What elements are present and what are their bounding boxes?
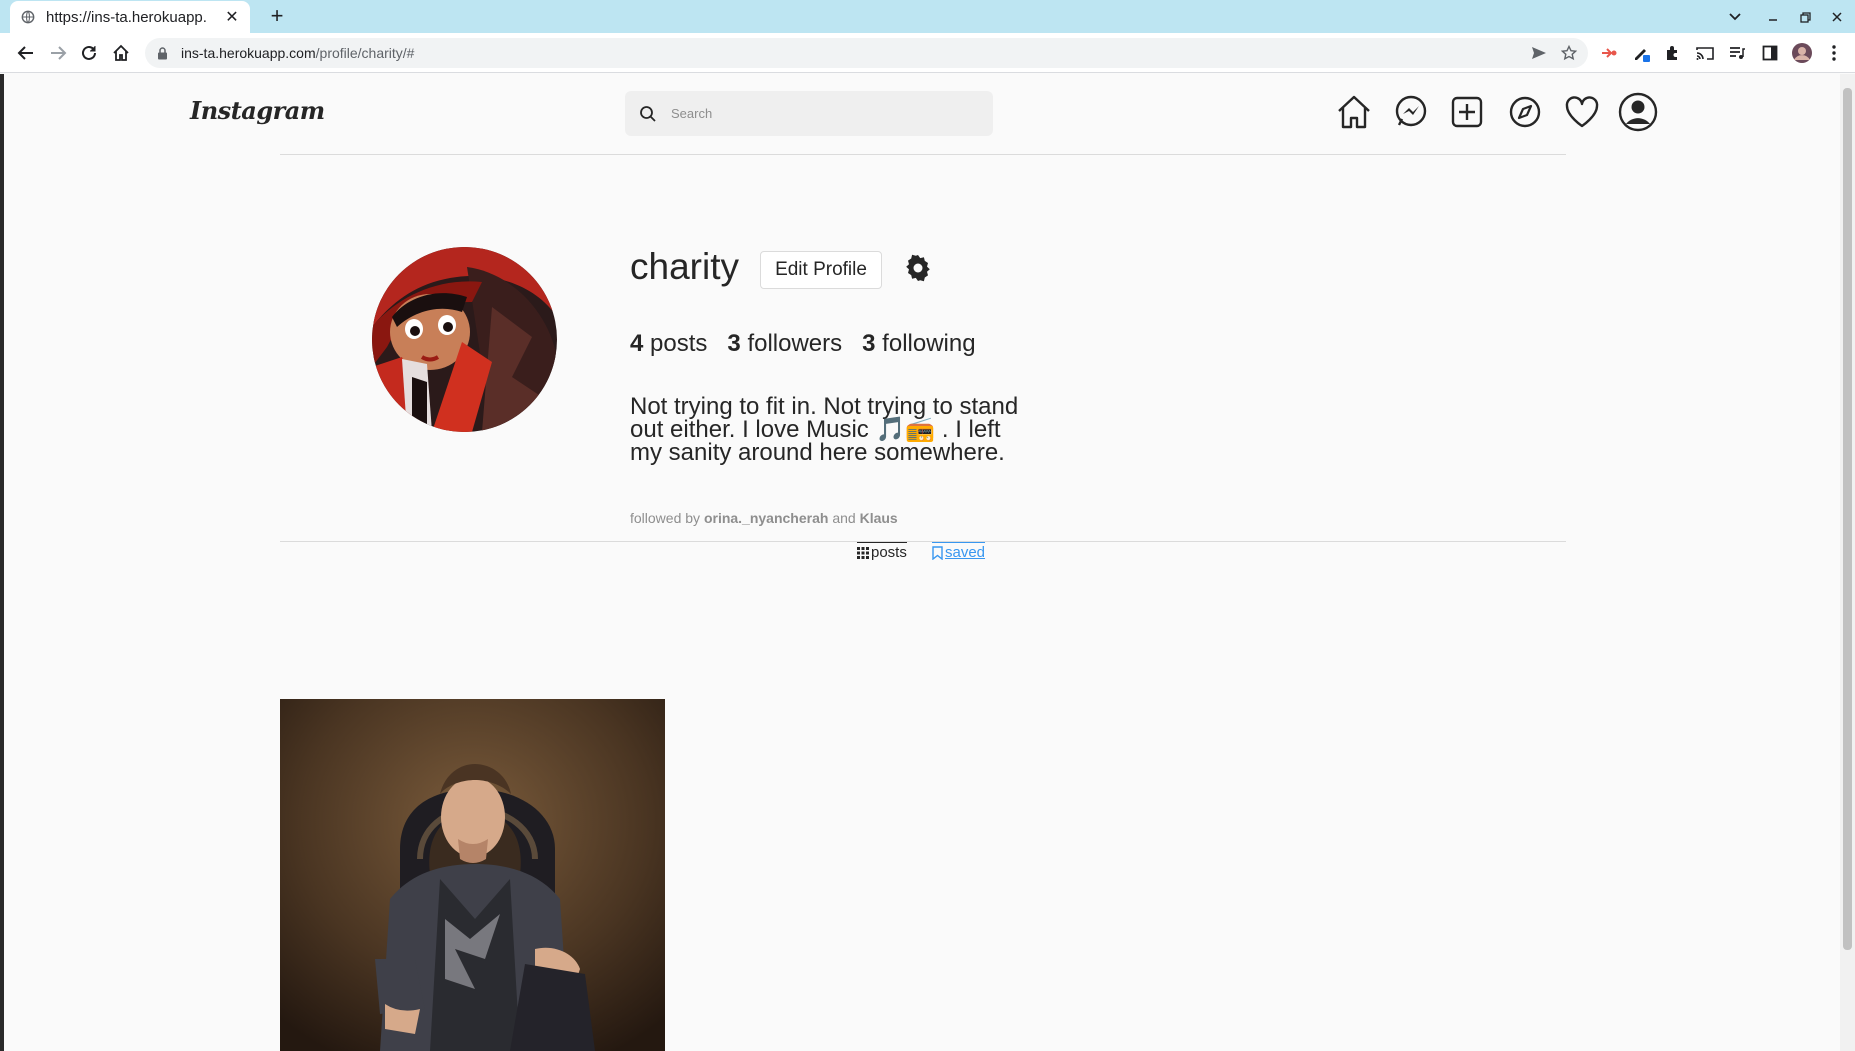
profile-bio: Not trying to fit in. Not trying to stan… xyxy=(630,393,1019,466)
page-scrollbar[interactable] xyxy=(1840,74,1855,1051)
following-label: following xyxy=(882,330,976,357)
search-icon xyxy=(639,104,659,124)
followed-by: followed by orina._nyancherah and Klaus xyxy=(630,510,898,526)
followers-count: 3 xyxy=(727,330,741,357)
messenger-icon[interactable] xyxy=(1391,92,1431,132)
following-count: 3 xyxy=(862,330,876,357)
search-box[interactable] xyxy=(625,91,993,136)
url-host: ins-ta.herokuapp.com xyxy=(181,45,316,61)
posts-label: posts xyxy=(650,330,708,357)
side-panel-icon[interactable] xyxy=(1758,41,1782,65)
media-queue-icon[interactable] xyxy=(1725,41,1749,65)
minimize-icon[interactable] xyxy=(1762,6,1784,28)
url-path: /profile/charity/# xyxy=(315,45,415,61)
profile-avatar[interactable] xyxy=(372,247,557,432)
search-input[interactable] xyxy=(671,106,971,121)
tab-close-icon[interactable]: ✕ xyxy=(224,9,240,26)
cast-icon[interactable] xyxy=(1693,41,1717,65)
more-menu-icon[interactable] xyxy=(1822,41,1846,65)
page-viewport: Instagram Search charity Edit Profile 4 … xyxy=(0,74,1855,1051)
url-text: ins-ta.herokuapp.com/profile/charity/# xyxy=(181,45,414,61)
profile-stats: 4 posts 3 followers 3 following xyxy=(630,330,976,358)
scrollbar-thumb[interactable] xyxy=(1843,88,1852,950)
extension-red-icon[interactable] xyxy=(1597,41,1621,65)
followed-by-prefix: followed by xyxy=(630,510,701,526)
tab-posts-label: posts xyxy=(871,544,907,561)
bookmark-icon xyxy=(932,545,943,560)
tab-posts[interactable]: posts xyxy=(857,542,907,562)
new-post-icon[interactable] xyxy=(1447,92,1487,132)
tab-search-icon[interactable] xyxy=(1724,6,1746,28)
tab-saved-label: saved xyxy=(945,544,986,561)
lock-icon xyxy=(157,46,171,60)
send-icon[interactable] xyxy=(1527,41,1551,65)
followed-by-user-link[interactable]: orina._nyancherah xyxy=(704,510,829,526)
tabs-divider xyxy=(280,541,1566,542)
edit-profile-button[interactable]: Edit Profile xyxy=(760,251,882,289)
followers-label: followers xyxy=(747,330,843,357)
home-browser-icon[interactable] xyxy=(109,41,133,65)
stat-posts[interactable]: 4 posts xyxy=(630,330,707,358)
tab-saved[interactable]: saved xyxy=(932,542,986,562)
address-bar[interactable]: ins-ta.herokuapp.com/profile/charity/# xyxy=(145,38,1588,68)
followed-by-user-link[interactable]: Klaus xyxy=(860,510,898,526)
browser-tab-bar: https://ins-ta.herokuapp. ✕ + xyxy=(0,0,1855,33)
post-thumbnail[interactable] xyxy=(280,699,665,1051)
instagram-logo[interactable]: Instagram xyxy=(190,96,325,125)
followed-by-and: and xyxy=(832,510,856,526)
close-window-icon[interactable] xyxy=(1826,6,1848,28)
stat-following[interactable]: 3 following xyxy=(862,330,975,358)
header-divider xyxy=(280,154,1566,155)
window-edge xyxy=(0,74,4,1051)
extension-pen-icon[interactable] xyxy=(1630,41,1654,65)
activity-heart-icon[interactable] xyxy=(1562,92,1602,132)
grid-icon xyxy=(857,546,869,559)
posts-count: 4 xyxy=(630,330,644,357)
profile-avatar-icon[interactable] xyxy=(1790,41,1814,65)
stat-followers[interactable]: 3 followers xyxy=(727,330,842,358)
explore-compass-icon[interactable] xyxy=(1505,92,1545,132)
browser-toolbar: ins-ta.herokuapp.com/profile/charity/# xyxy=(0,33,1855,73)
settings-gear-icon[interactable] xyxy=(902,252,934,284)
reload-icon[interactable] xyxy=(77,41,101,65)
profile-user-icon[interactable] xyxy=(1618,92,1658,132)
bookmark-star-icon[interactable] xyxy=(1557,41,1581,65)
browser-tab[interactable]: https://ins-ta.herokuapp. ✕ xyxy=(10,1,250,33)
forward-icon[interactable] xyxy=(46,41,70,65)
extensions-puzzle-icon[interactable] xyxy=(1660,41,1684,65)
home-icon[interactable] xyxy=(1334,92,1374,132)
tab-title: https://ins-ta.herokuapp. xyxy=(46,8,207,26)
new-tab-button[interactable]: + xyxy=(266,5,288,28)
back-icon[interactable] xyxy=(14,41,38,65)
restore-icon[interactable] xyxy=(1794,6,1816,28)
profile-username: charity xyxy=(630,246,739,287)
globe-icon xyxy=(20,9,36,25)
